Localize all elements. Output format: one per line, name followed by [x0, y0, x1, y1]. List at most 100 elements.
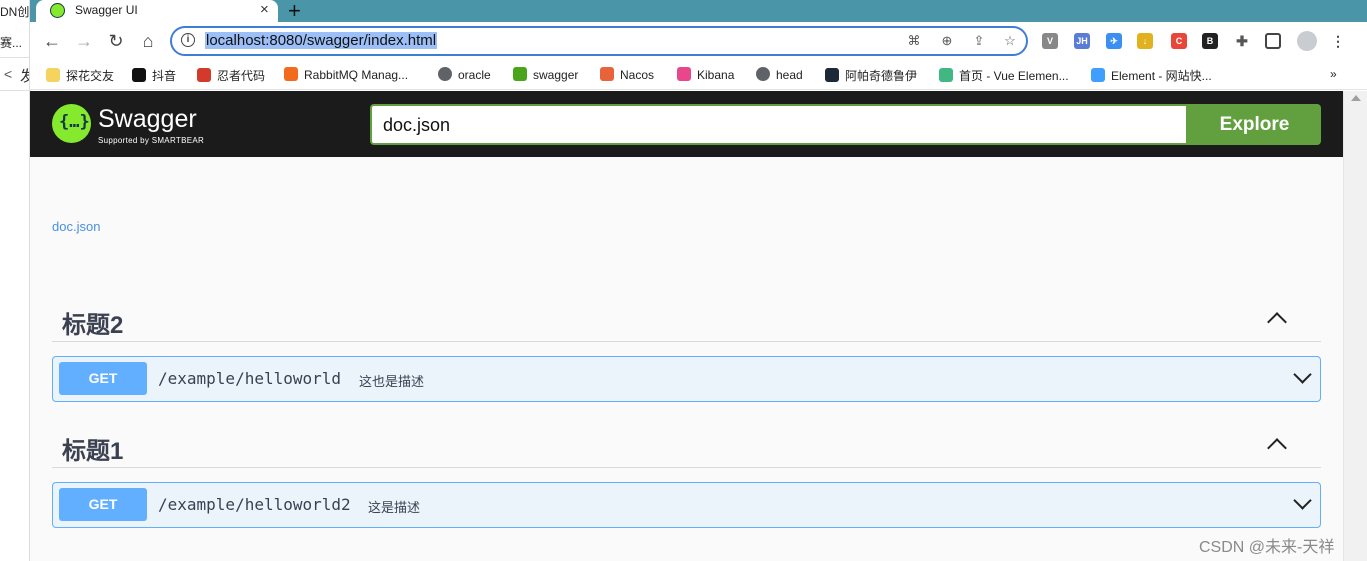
- swagger-brand[interactable]: Swagger: [98, 105, 197, 134]
- address-bar[interactable]: i localhost:8080/swagger/index.html ⌘ ⊕ …: [170, 26, 1028, 56]
- new-tab-button[interactable]: +: [288, 0, 301, 24]
- bookmark-favicon-icon: [600, 67, 614, 81]
- bookmark-item[interactable]: Nacos: [600, 67, 654, 82]
- swagger-page: {…} Swagger Supported by SMARTBEAR doc.j…: [30, 91, 1343, 561]
- bookmark-label: oracle: [458, 68, 491, 82]
- bookmark-item[interactable]: oracle: [438, 67, 491, 82]
- bookmark-label: 首页 - Vue Elemen...: [959, 69, 1069, 83]
- bookmark-favicon-icon: [756, 67, 770, 81]
- menu-kebab-icon[interactable]: ⋮: [1330, 33, 1346, 49]
- vertical-scrollbar[interactable]: [1343, 91, 1367, 561]
- bookmark-label: 忍者代码: [217, 69, 266, 83]
- operation-get-helloworld2[interactable]: GET /example/helloworld2 这是描述: [52, 482, 1321, 528]
- site-info-icon[interactable]: i: [181, 33, 195, 47]
- bookmark-label: 探花交友: [66, 69, 115, 83]
- close-tab-icon[interactable]: ×: [260, 1, 269, 18]
- operation-summary: 这也是描述: [359, 374, 425, 389]
- http-method-badge[interactable]: GET: [59, 362, 147, 395]
- bookmark-label: swagger: [533, 68, 579, 82]
- bookmark-favicon-icon: [284, 67, 298, 81]
- expand-chevron-down-icon[interactable]: [1293, 491, 1312, 510]
- background-window-char: 发: [20, 65, 29, 86]
- swagger-tagline: Supported by SMARTBEAR: [98, 136, 205, 145]
- bookmark-item[interactable]: swagger: [513, 67, 578, 82]
- expand-chevron-down-icon[interactable]: [1293, 365, 1312, 384]
- swagger-favicon-icon: [50, 3, 65, 18]
- tab-strip: Swagger UI × +: [30, 0, 1367, 24]
- tag-title[interactable]: 标题1: [62, 431, 123, 466]
- extension-jh-icon[interactable]: JH: [1074, 33, 1090, 49]
- bookmark-favicon-icon: [1091, 68, 1105, 82]
- bookmark-item[interactable]: 抖音: [132, 67, 176, 84]
- bookmark-item[interactable]: Element - 网站快...: [1091, 67, 1212, 84]
- bookmark-label: Element - 网站快...: [1111, 69, 1212, 83]
- spec-url-value[interactable]: doc.json: [383, 115, 450, 136]
- operation-get-helloworld[interactable]: GET /example/helloworld 这也是描述: [52, 356, 1321, 402]
- bookmark-item[interactable]: 首页 - Vue Elemen...: [939, 67, 1069, 84]
- bookmark-star-icon[interactable]: ☆: [1001, 33, 1019, 49]
- bookmark-favicon-icon: [197, 68, 211, 82]
- home-button[interactable]: ⌂: [136, 29, 160, 53]
- side-panel-icon[interactable]: [1265, 33, 1281, 49]
- spec-url-input[interactable]: doc.json: [370, 104, 1188, 145]
- bookmark-item[interactable]: 阿帕奇德鲁伊: [825, 67, 917, 84]
- bookmark-label: 阿帕奇德鲁伊: [845, 69, 918, 83]
- browser-window: Swagger UI × + ← → ↻ ⌂ i localhost:8080/…: [30, 0, 1367, 561]
- bookmark-label: Kibana: [697, 68, 735, 82]
- spec-link[interactable]: doc.json: [52, 219, 100, 234]
- back-button[interactable]: ←: [40, 29, 64, 53]
- operation-path[interactable]: /example/helloworld: [158, 369, 341, 388]
- watermark: CSDN @未来-天祥: [1199, 539, 1335, 556]
- extension-b-icon[interactable]: B: [1202, 33, 1218, 49]
- bookmark-favicon-icon: [132, 68, 146, 82]
- bookmark-item[interactable]: Kibana: [677, 67, 734, 82]
- reload-button[interactable]: ↻: [104, 29, 128, 53]
- operation-summary: 这是描述: [368, 500, 421, 515]
- profile-avatar-icon[interactable]: [1297, 31, 1317, 51]
- bookmark-item[interactable]: head: [756, 67, 803, 82]
- background-window-text-2: 赛...: [0, 36, 23, 50]
- forward-button[interactable]: →: [72, 29, 96, 53]
- bookmark-item[interactable]: 忍者代码: [197, 67, 265, 84]
- swagger-logo-icon[interactable]: {…}: [52, 104, 91, 143]
- bookmark-favicon-icon: [438, 67, 452, 81]
- translate-icon[interactable]: ⌘: [905, 33, 923, 49]
- extension-bird-icon[interactable]: ✈: [1106, 33, 1122, 49]
- bookmark-favicon-icon: [825, 68, 839, 82]
- background-window-text-1: DN创作: [0, 5, 30, 19]
- extension-v-icon[interactable]: V: [1042, 33, 1058, 49]
- bookmark-favicon-icon: [513, 67, 527, 81]
- bookmark-item[interactable]: RabbitMQ Manag...: [284, 67, 408, 82]
- tag-section-header[interactable]: 标题2: [52, 299, 1321, 342]
- tab-swagger-ui[interactable]: Swagger UI ×: [36, 0, 278, 22]
- bookmark-item[interactable]: 探花交友: [46, 67, 114, 84]
- bookmark-label: 抖音: [152, 69, 177, 83]
- bookmark-favicon-icon: [939, 68, 953, 82]
- bookmark-label: RabbitMQ Manag...: [304, 68, 409, 82]
- tag-section-header[interactable]: 标题1: [52, 425, 1321, 468]
- more-bookmarks-button[interactable]: »: [1330, 67, 1337, 81]
- address-url[interactable]: localhost:8080/swagger/index.html: [205, 32, 438, 49]
- bookmark-label: head: [776, 68, 803, 82]
- swagger-topbar: {…} Swagger Supported by SMARTBEAR doc.j…: [30, 91, 1343, 157]
- bookmarks-bar: » 探花交友 抖音 忍者代码 RabbitMQ Manag... oracle swagg…: [30, 60, 1367, 90]
- scroll-up-arrow-icon[interactable]: [1351, 95, 1361, 101]
- tab-title: Swagger UI: [75, 3, 138, 17]
- zoom-icon[interactable]: ⊕: [938, 33, 956, 49]
- background-window-bar: < 发: [0, 57, 29, 91]
- share-icon[interactable]: ⇪: [970, 33, 988, 49]
- collapse-chevron-up-icon[interactable]: [1267, 438, 1287, 458]
- collapse-chevron-up-icon[interactable]: [1267, 312, 1287, 332]
- explore-button[interactable]: Explore: [1188, 104, 1321, 145]
- extension-c-icon[interactable]: C: [1171, 33, 1187, 49]
- bookmark-favicon-icon: [677, 67, 691, 81]
- bookmark-label: Nacos: [620, 68, 655, 82]
- back-chevron-icon[interactable]: <: [4, 66, 12, 82]
- background-window: DN创作 赛... < 发: [0, 0, 30, 561]
- tag-title[interactable]: 标题2: [62, 305, 123, 340]
- http-method-badge[interactable]: GET: [59, 488, 147, 521]
- operation-path[interactable]: /example/helloworld2: [158, 495, 351, 514]
- bookmark-favicon-icon: [46, 68, 60, 82]
- extension-download-icon[interactable]: ↓: [1137, 33, 1153, 49]
- extensions-puzzle-icon[interactable]: ✚: [1234, 33, 1250, 49]
